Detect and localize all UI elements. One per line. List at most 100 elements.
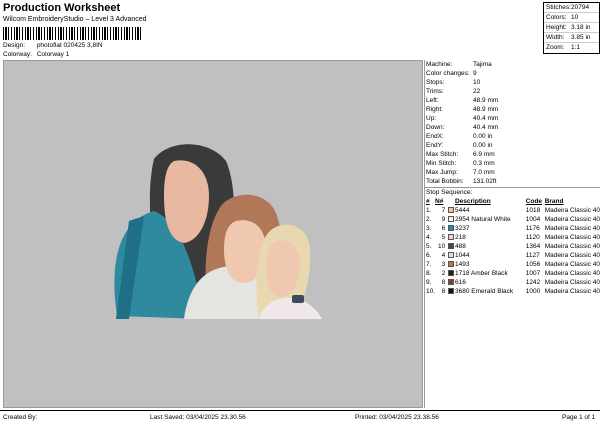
thread-description: 3680 Emerald Black [455,287,526,296]
color-swatch [448,279,455,286]
color-swatch-cell [448,206,455,215]
thread-name: Emerald Black [471,288,514,295]
stat-row: Width: 3.85 in [544,33,599,43]
info-row: Color changes: 9 [425,69,600,78]
stat-label: Zoom: [546,44,565,51]
thread-description: 3237 [455,224,526,233]
stat-label: Width: [546,34,565,41]
info-value: 0.00 in [473,133,493,140]
info-value: Tajima [473,61,492,68]
stat-label: Height: [546,24,567,31]
info-label: Up: [426,115,437,122]
info-value: 7.0 mm [473,169,495,176]
color-swatch-cell [448,287,455,296]
thread-code: 1127 [525,252,540,259]
col-header [448,197,455,206]
info-row: Max Stitch: 6.9 mm [425,150,600,159]
info-row: Min Stitch: 0.3 mm [425,159,600,168]
table-row: 3. 6 3237 1176 Madeira Classic 40 [425,224,600,233]
worksheet-footer: Created By: Last Saved: 03/04/2025 23.30… [0,410,600,424]
thread-brand: Madeira Classic 40 [544,234,600,241]
thread-description: 1493 [455,260,526,269]
needle-number: 8 [441,279,446,286]
stop-number: 9. [426,279,432,286]
info-label: Down: [426,124,445,131]
thread-description: 2954 Natural White [455,215,526,224]
stat-row: Height: 3.18 in [544,23,599,33]
printed-date: Printed: 03/04/2025 23.38.56 [355,414,439,421]
stop-number: 6. [426,252,432,259]
stitch-info-panel: Machine: Tajima Color changes: 9 Stops: 10 … [424,60,600,408]
thread-id: 218 [454,234,466,241]
stat-value: 1:1 [571,44,581,51]
info-value: 48.9 mm [473,97,499,104]
info-row: Machine: Tajima [425,60,600,69]
table-row: 5. 10 488 1364 Madeira Classic 40 [425,242,600,251]
info-row: Right: 48.9 mm [425,105,600,114]
color-swatch [448,288,455,295]
color-swatch-cell [448,260,455,269]
stop-number: 5. [426,243,432,250]
thread-code: 1364 [525,243,541,250]
info-value: 22 [473,88,481,95]
thread-brand: Madeira Classic 40 [544,216,600,223]
col-header: N# [435,198,444,205]
color-swatch-cell [448,215,455,224]
thread-id: 5444 [454,207,470,214]
info-value: 0.3 mm [473,160,495,167]
table-row: 1. 7 5444 1018 Madeira Classic 40 [425,206,600,215]
thread-description: 1718 Amber Black [455,269,526,278]
stop-number: 8. [426,270,432,277]
info-label: Max Jump: [426,169,458,176]
thread-brand: Madeira Classic 40 [544,261,600,268]
color-swatch [448,225,455,232]
thread-brand: Madeira Classic 40 [544,252,600,259]
info-label: EndX: [426,133,444,140]
thread-code: 1176 [525,225,540,232]
thread-description: 218 [455,233,526,242]
thread-name: Amber Black [470,270,508,277]
thread-description: 616 [455,278,526,287]
col-header: # [426,198,430,205]
stat-value: 3.85 in [571,34,591,41]
table-row: 10. 8 3680 Emerald Black 1000 Madeira Classi… [425,287,600,296]
col-header: Description [454,198,491,205]
stat-row: Zoom: 1:1 [544,43,599,53]
stat-label: Stitches: [546,4,571,11]
thread-code: 1000 [525,288,541,295]
thread-brand: Madeira Classic 40 [544,270,600,277]
info-label: Trims: [426,88,444,95]
thread-id: 1493 [454,261,470,268]
needle-number: 5 [441,234,446,241]
needle-number: 7 [441,207,446,214]
color-swatch [448,216,455,223]
info-row: Max Jump: 7.0 mm [425,168,600,177]
info-label: Min Stitch: [426,160,457,167]
info-row: Stops: 10 [425,78,600,87]
thread-id: 1044 [454,252,470,259]
info-row: Left: 48.9 mm [425,96,600,105]
color-swatch [448,252,455,259]
color-swatch [448,207,455,214]
colorway-label: Colorway: [3,51,32,58]
table-row: 7. 3 1493 1056 Madeira Classic 40 [425,260,600,269]
thread-description: 1044 [455,251,526,260]
needle-number: 10 [438,243,446,250]
info-row: EndY: 0.00 in [425,141,600,150]
color-swatch [448,261,455,268]
colorway-value: Colorway 1 [36,51,70,58]
info-label: EndY: [426,142,444,149]
info-label: Total Bobbin: [426,178,464,185]
design-stats-box: Stitches: 20794 Colors: 10 Height: 3.18 in … [543,2,600,54]
needle-number: 8 [441,288,446,295]
info-label: Left: [426,97,439,104]
stop-sequence-table: # N# Description Code Brand 1. 7 5444 1018… [425,197,600,296]
table-row: 6. 4 1044 1127 Madeira Classic 40 [425,251,600,260]
table-row: 4. 5 218 1120 Madeira Classic 40 [425,233,600,242]
thread-name: Natural White [471,216,511,223]
thread-brand: Madeira Classic 40 [544,279,600,286]
info-value: 0.00 in [473,142,493,149]
thread-code: 1007 [525,270,541,277]
thread-id: 1718 [454,270,470,277]
col-header: Code [525,198,543,205]
